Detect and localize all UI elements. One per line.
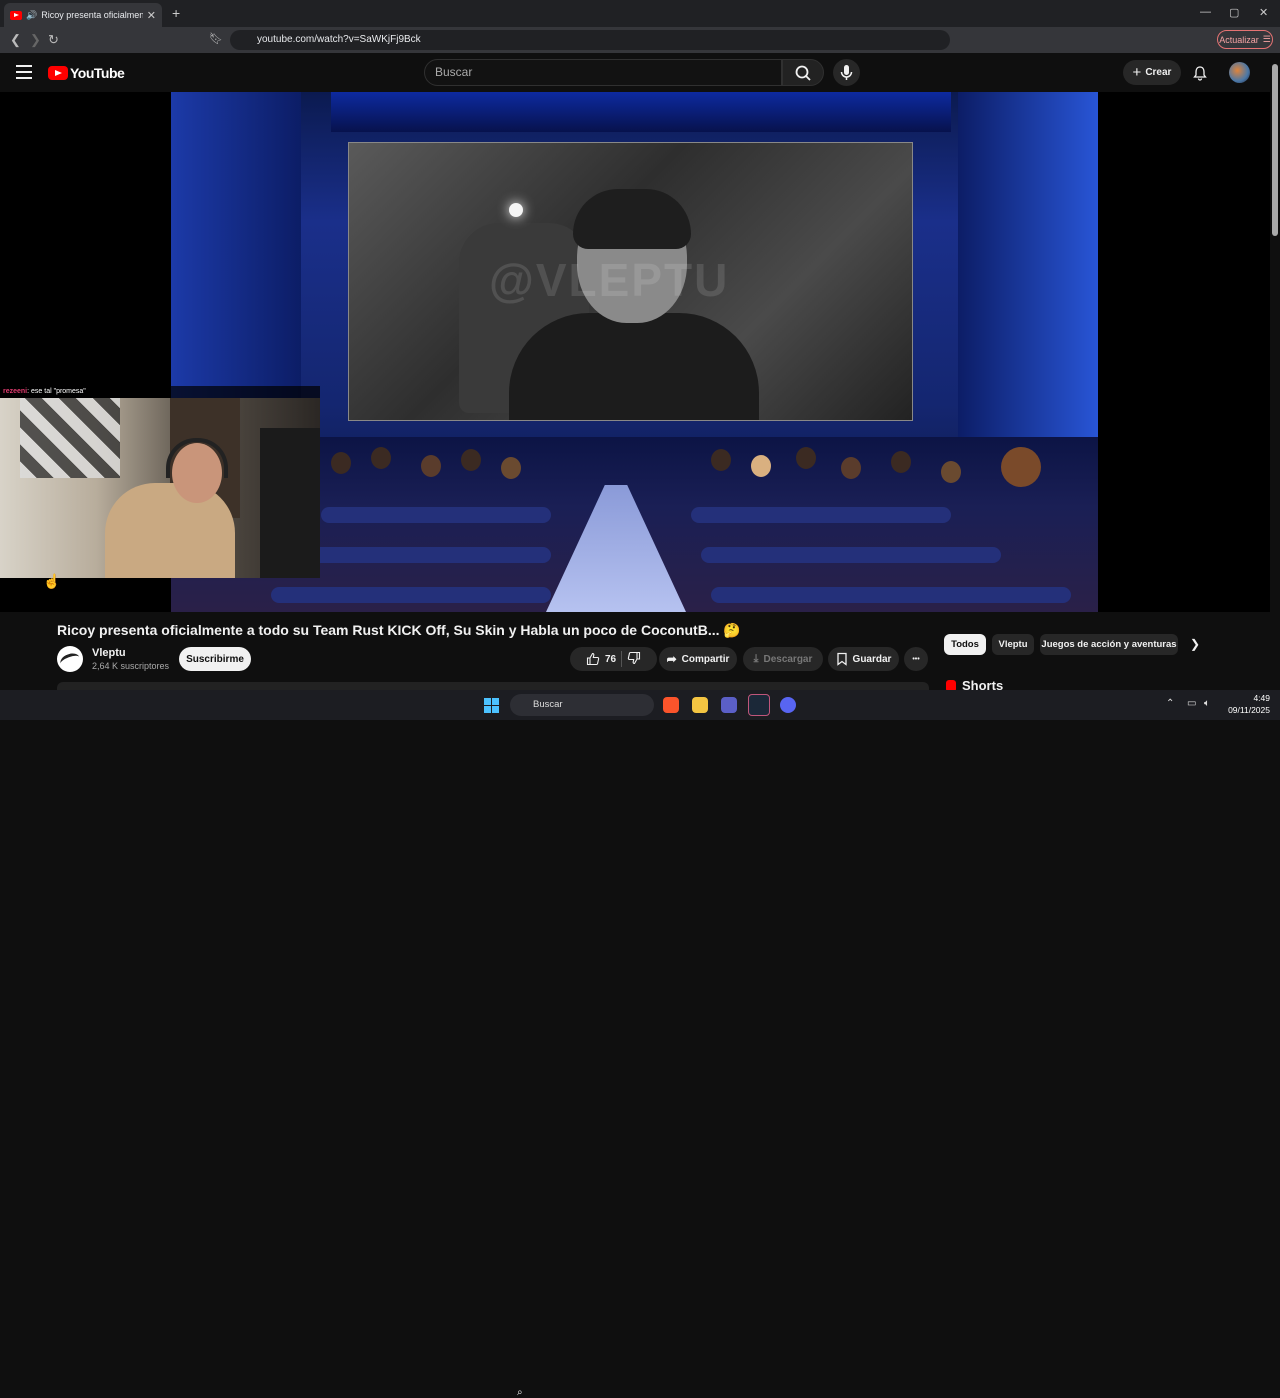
create-button[interactable]: + Crear — [1123, 60, 1181, 85]
search-button[interactable] — [782, 59, 824, 86]
dislike-button[interactable] — [627, 651, 641, 668]
channel-name[interactable]: Vleptu — [92, 647, 126, 659]
channel-watermark: @VLEPTU — [489, 254, 730, 306]
download-button[interactable]: ⤓ Descargar — [743, 647, 823, 671]
user-avatar[interactable] — [1229, 62, 1250, 83]
like-dislike-group: 76 — [570, 647, 657, 671]
like-button[interactable]: 76 — [586, 652, 616, 666]
thumbs-up-icon — [586, 652, 600, 666]
discord-icon[interactable] — [780, 697, 796, 713]
chip-vleptu[interactable]: Vleptu — [992, 634, 1034, 655]
file-explorer-icon[interactable] — [692, 697, 708, 713]
ceiling-lights — [331, 92, 951, 132]
clock-date: 09/11/2025 — [1228, 705, 1270, 715]
download-label: Descargar — [763, 653, 813, 665]
tray-chevron-up-icon[interactable]: ⌃ — [1166, 698, 1174, 709]
chip-all[interactable]: Todos — [944, 634, 986, 655]
youtube-favicon-icon — [10, 10, 22, 20]
description-box[interactable] — [57, 682, 929, 690]
browser-tab-bar: 🔊 Ricoy presenta oficialmente a ✕ + — ▢ … — [0, 0, 1280, 27]
browser-nav-bar: ❮ ❯ ↻ 🔖︎ youtube.com/watch?v=SaWKjFj9Bck… — [0, 27, 1280, 73]
update-button[interactable]: Actualizar ☰ — [1217, 30, 1273, 49]
bookmark-icon[interactable]: 🔖︎ — [209, 32, 223, 45]
voice-search-button[interactable] — [833, 59, 860, 86]
brave-browser-icon[interactable] — [663, 697, 679, 713]
save-label: Guardar — [852, 653, 892, 665]
taskbar-search-input[interactable]: Buscar — [510, 694, 654, 716]
address-bar[interactable]: youtube.com/watch?v=SaWKjFj9Bck — [230, 30, 950, 50]
minimize-button[interactable]: — — [1200, 6, 1211, 18]
youtube-play-icon — [48, 66, 68, 80]
channel-avatar[interactable] — [57, 646, 83, 672]
stream-chat-message: rezeeni: ese tal "promesa" — [0, 386, 320, 398]
taskbar-clock[interactable]: 4:49 09/11/2025 — [1224, 692, 1270, 716]
teams-icon[interactable] — [721, 697, 737, 713]
create-label: Crear — [1145, 67, 1172, 78]
notifications-bell-icon[interactable] — [1192, 65, 1208, 86]
cinema-screen: @VLEPTU — [348, 142, 913, 421]
volume-icon[interactable]: 🔈︎ — [1204, 698, 1210, 709]
plus-icon: + — [1132, 64, 1142, 81]
bookmark-save-icon — [836, 652, 847, 666]
subscribe-button[interactable]: Suscribirme — [179, 647, 251, 671]
subscriber-count: 2,64 K suscriptores — [92, 661, 170, 671]
person-on-screen — [509, 189, 759, 420]
streamer-webcam — [0, 398, 320, 578]
audio-playing-icon[interactable]: 🔊 — [26, 10, 37, 21]
network-icon[interactable]: ▭ — [1187, 698, 1196, 709]
like-count: 76 — [604, 653, 617, 665]
tab-close-icon[interactable]: ✕ — [147, 9, 156, 22]
back-arrow-icon[interactable]: ❮ — [10, 32, 21, 48]
browser-tab-active[interactable]: 🔊 Ricoy presenta oficialmente a ✕ — [4, 3, 162, 27]
download-icon: ⤓ — [753, 652, 759, 665]
close-window-button[interactable]: ✕ — [1259, 6, 1268, 19]
chat-text: : ese tal "promesa" — [27, 388, 86, 395]
update-label: Actualizar — [1219, 34, 1259, 45]
mouse-cursor-icon: ☝ — [43, 573, 61, 589]
share-button[interactable]: ➦ Compartir — [659, 647, 737, 671]
search-icon — [795, 65, 811, 81]
taskbar-search-icon: ⌕ — [517, 1387, 523, 1398]
save-button[interactable]: Guardar — [828, 647, 899, 671]
reload-icon[interactable]: ↻ — [48, 32, 59, 48]
video-player[interactable]: @VLEPTU rezeeni: ese tal "promesa" — [0, 92, 1270, 612]
microphone-icon — [840, 65, 853, 80]
windows-taskbar: Buscar ⌕ ⌃ ▭ 🔈︎ 4:49 09/11/2025 — [0, 690, 1280, 1398]
share-arrow-icon: ➦ — [666, 652, 677, 666]
steam-icon[interactable] — [748, 694, 770, 716]
new-tab-button[interactable]: + — [172, 5, 180, 21]
like-divider — [621, 651, 623, 667]
youtube-logo[interactable]: YouTube — [48, 65, 125, 81]
clock-time: 4:49 — [1253, 693, 1270, 703]
windows-start-icon[interactable] — [484, 698, 499, 713]
youtube-header: YouTube Buscar + Crear — [0, 53, 1280, 92]
youtube-logo-text: YouTube — [70, 65, 125, 81]
more-actions-button[interactable]: ••• — [904, 647, 928, 671]
scrollbar-thumb[interactable] — [1272, 64, 1278, 236]
chip-action-games[interactable]: Juegos de acción y aventuras — [1040, 634, 1178, 655]
cinema-aisle — [546, 485, 686, 612]
share-label: Compartir — [681, 653, 730, 665]
maximize-button[interactable]: ▢ — [1229, 6, 1239, 19]
forward-arrow-icon[interactable]: ❯ — [30, 32, 41, 48]
chevron-right-icon[interactable]: ❯ — [1190, 637, 1200, 651]
hamburger-menu-icon[interactable] — [16, 65, 32, 79]
thumbs-down-icon — [627, 651, 641, 664]
search-input[interactable]: Buscar — [424, 59, 782, 86]
chat-username: rezeeni — [3, 388, 28, 395]
menu-lines-icon: ☰ — [1262, 34, 1271, 44]
tab-title: Ricoy presenta oficialmente a — [41, 10, 143, 20]
lamp-light — [509, 203, 523, 217]
video-title: Ricoy presenta oficialmente a todo su Te… — [57, 622, 741, 638]
